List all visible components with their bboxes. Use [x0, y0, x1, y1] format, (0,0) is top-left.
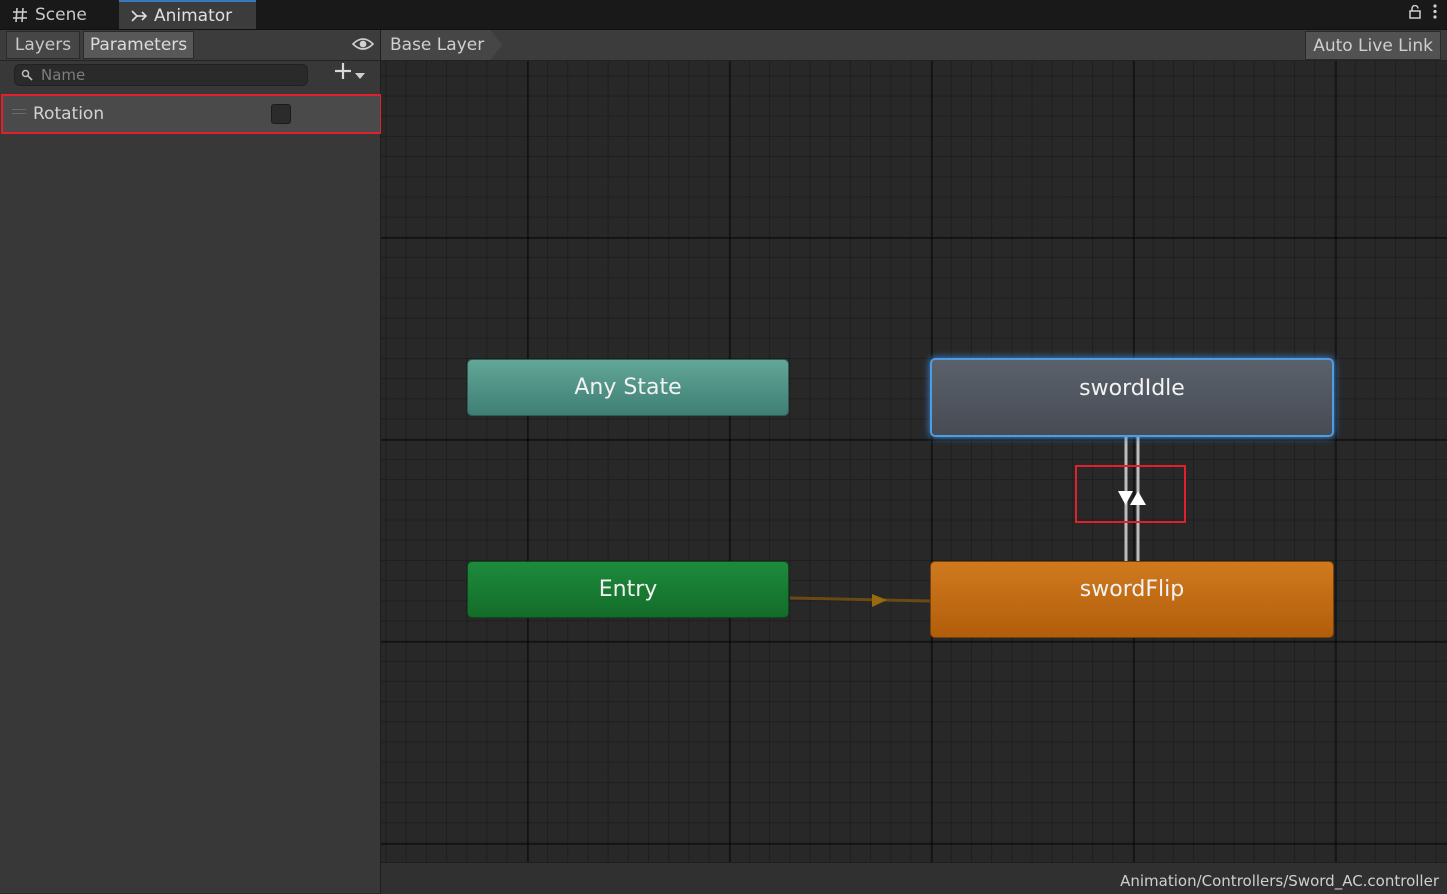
search-row: [0, 61, 380, 91]
parameter-bool-checkbox[interactable]: [271, 104, 291, 124]
status-bar: Animation/Controllers/Sword_AC.controlle…: [381, 862, 1447, 894]
more-options-icon[interactable]: [1433, 4, 1437, 23]
tab-animator-label: Animator: [154, 5, 233, 26]
state-sword-idle[interactable]: swordIdle: [930, 358, 1334, 437]
auto-live-link-button[interactable]: Auto Live Link: [1305, 31, 1441, 60]
dropdown-arrow-icon: [355, 64, 365, 83]
grid-icon: [12, 7, 28, 23]
graph-toolbar: Base Layer Auto Live Link: [381, 30, 1447, 61]
parameter-name: Rotation: [33, 104, 105, 124]
search-field[interactable]: [14, 64, 308, 86]
state-any-state[interactable]: Any State: [467, 359, 789, 416]
left-toolbar: Layers Parameters: [0, 30, 380, 61]
tab-animator[interactable]: Animator: [119, 0, 256, 29]
search-input[interactable]: [39, 65, 283, 85]
state-sword-flip[interactable]: swordFlip: [930, 561, 1334, 638]
parameters-panel: Layers Parameters Rotation: [0, 30, 382, 893]
eye-icon[interactable]: [351, 36, 375, 56]
layers-tab[interactable]: Layers: [6, 31, 80, 59]
drag-handle-icon[interactable]: [12, 109, 26, 117]
window-tab-bar: Scene Animator: [0, 0, 1447, 30]
parameters-tab[interactable]: Parameters: [83, 31, 194, 59]
add-parameter-button[interactable]: [334, 62, 365, 84]
plus-icon: [334, 62, 352, 84]
animator-icon: [131, 8, 147, 24]
state-entry[interactable]: Entry: [467, 561, 789, 618]
tab-scene-label: Scene: [35, 4, 87, 25]
window-controls: [1409, 4, 1437, 23]
state-machine-graph[interactable]: [381, 30, 1447, 893]
parameter-row-rotation[interactable]: Rotation: [1, 94, 382, 134]
controller-path: Animation/Controllers/Sword_AC.controlle…: [1120, 872, 1439, 890]
transition-highlight-box: [1075, 465, 1186, 523]
lock-icon[interactable]: [1409, 4, 1421, 23]
breadcrumb-base-layer[interactable]: Base Layer: [381, 30, 502, 60]
tab-scene[interactable]: Scene: [0, 0, 118, 29]
search-icon: [21, 66, 33, 85]
